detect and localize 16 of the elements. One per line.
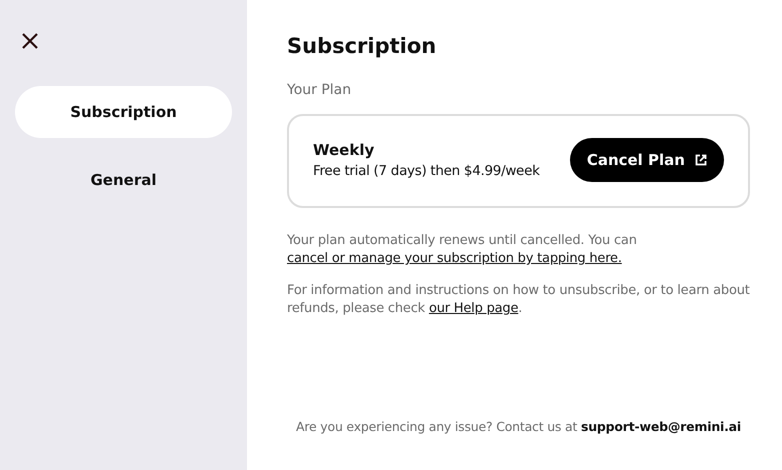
cancel-plan-button[interactable]: Cancel Plan bbox=[570, 138, 724, 182]
plan-details: Free trial (7 days) then $4.99/week bbox=[313, 163, 540, 179]
section-label: Your Plan bbox=[287, 82, 352, 98]
plan-name: Weekly bbox=[313, 141, 376, 159]
sidebar-item[interactable]: Subscription bbox=[15, 86, 232, 138]
email-link[interactable]: support-web@remini.ai bbox=[580, 419, 741, 434]
sidebar-item[interactable]: General bbox=[15, 154, 232, 206]
page-title: Subscription bbox=[287, 34, 438, 58]
close-button[interactable] bbox=[21, 32, 39, 50]
info-paragraph: Your plan automatically renews until cancelled. You can cancel or manage your subscription by tapping here. bbox=[287, 232, 638, 268]
external-link-icon bbox=[695, 154, 707, 166]
text-link[interactable]: cancel or manage your subscription by tapping here. bbox=[287, 251, 622, 266]
support-text: Are you experiencing any issue? Contact us at support-web@remini.ai bbox=[295, 419, 742, 434]
close-icon bbox=[21, 32, 39, 50]
text-link[interactable]: our Help page bbox=[428, 301, 518, 316]
info-paragraph: For information and instructions on how to unsubscribe, or to learn about refunds, please check our Help page. bbox=[287, 282, 750, 318]
